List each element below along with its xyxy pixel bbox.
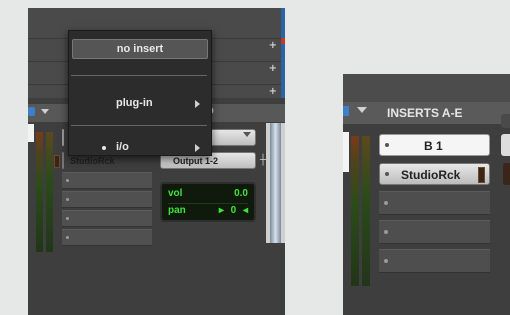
meter-peak-indicator bbox=[28, 124, 34, 142]
insert-slot-b1[interactable]: B 1 bbox=[379, 134, 490, 156]
channel-select-indicator[interactable] bbox=[28, 107, 35, 116]
meter-peak-indicator bbox=[343, 132, 349, 172]
menu-item-io[interactable]: i/o bbox=[72, 139, 208, 157]
level-meter-right bbox=[46, 132, 53, 252]
track-scroll-strip[interactable] bbox=[266, 123, 285, 243]
right-mixer-panel: INSERTS A-E B 1 StudioRck bbox=[343, 74, 510, 315]
slot-dot-icon bbox=[384, 259, 388, 263]
plugin-bypass-indicator bbox=[478, 167, 485, 183]
insert-slot-e[interactable] bbox=[62, 210, 152, 227]
left-mixer-panel: + + + O StudioRck Output 1-2 ┼ vol 0.0 p… bbox=[28, 8, 285, 315]
insert-slot-a[interactable] bbox=[62, 129, 64, 146]
track-color-strip bbox=[281, 8, 285, 98]
chevron-down-icon[interactable] bbox=[41, 109, 49, 114]
chevron-down-icon bbox=[243, 132, 251, 137]
slot-dot-icon bbox=[384, 230, 388, 234]
insert-slot-c[interactable] bbox=[379, 191, 490, 215]
adjacent-channel-slot[interactable] bbox=[503, 163, 510, 185]
adjacent-channel-header bbox=[501, 114, 510, 128]
menu-item-plug-in[interactable]: plug-in bbox=[72, 95, 208, 113]
plugin-bypass-indicator bbox=[54, 155, 60, 168]
inserts-header-title: INSERTS A-E bbox=[387, 106, 463, 120]
menu-separator bbox=[71, 75, 207, 76]
add-track-button[interactable]: + bbox=[269, 40, 277, 51]
menu-item-no-insert[interactable]: no insert bbox=[72, 39, 208, 59]
slot-dot-icon bbox=[384, 201, 388, 205]
vol-value[interactable]: 0.0 bbox=[234, 188, 248, 199]
slot-dot-icon bbox=[385, 172, 389, 176]
insert-slot-b[interactable]: StudioRck bbox=[54, 152, 115, 169]
pan-value-group[interactable]: ▸ 0 ◂ bbox=[219, 205, 248, 216]
channel-select-indicator[interactable] bbox=[343, 106, 349, 116]
chevron-right-icon bbox=[195, 100, 200, 108]
add-track-button[interactable]: + bbox=[269, 63, 277, 74]
level-meter-right bbox=[362, 136, 370, 286]
slot-dot-icon bbox=[66, 198, 69, 201]
chevron-right-icon bbox=[195, 144, 200, 152]
insert-slot-d[interactable] bbox=[62, 191, 152, 208]
insert-slot-studiorck[interactable]: StudioRck bbox=[379, 163, 490, 185]
insert-slot-f[interactable] bbox=[62, 229, 152, 246]
pan-arrow-left-icon: ◂ bbox=[242, 205, 248, 216]
adjacent-channel-slot[interactable] bbox=[501, 134, 510, 156]
vol-label: vol bbox=[168, 188, 183, 199]
menu-separator bbox=[71, 125, 207, 126]
bullet-icon bbox=[102, 146, 106, 150]
chevron-down-icon[interactable] bbox=[357, 107, 367, 113]
slot-dot-icon bbox=[66, 217, 69, 220]
insert-slot-e[interactable] bbox=[379, 249, 490, 273]
insert-slot-c[interactable] bbox=[62, 172, 152, 189]
pan-arrow-right-icon: ▸ bbox=[218, 205, 224, 216]
slot-dot-icon bbox=[66, 236, 69, 239]
track-color-marker bbox=[281, 38, 285, 44]
panel-top-area bbox=[343, 74, 510, 102]
insert-popup-menu: no insert plug-in i/o bbox=[68, 30, 212, 156]
track-color-bar bbox=[270, 123, 281, 243]
vol-pan-display[interactable]: vol 0.0 pan ▸ 0 ◂ bbox=[160, 182, 256, 222]
level-meter-left bbox=[36, 132, 43, 252]
pan-value: 0 bbox=[230, 205, 237, 216]
insert-slot-d[interactable] bbox=[379, 220, 490, 244]
pan-label: pan bbox=[168, 205, 186, 216]
slot-dot-icon bbox=[66, 179, 69, 182]
slot-dot-icon bbox=[385, 143, 389, 147]
add-track-button[interactable]: + bbox=[269, 86, 277, 97]
level-meter-left bbox=[351, 136, 359, 286]
